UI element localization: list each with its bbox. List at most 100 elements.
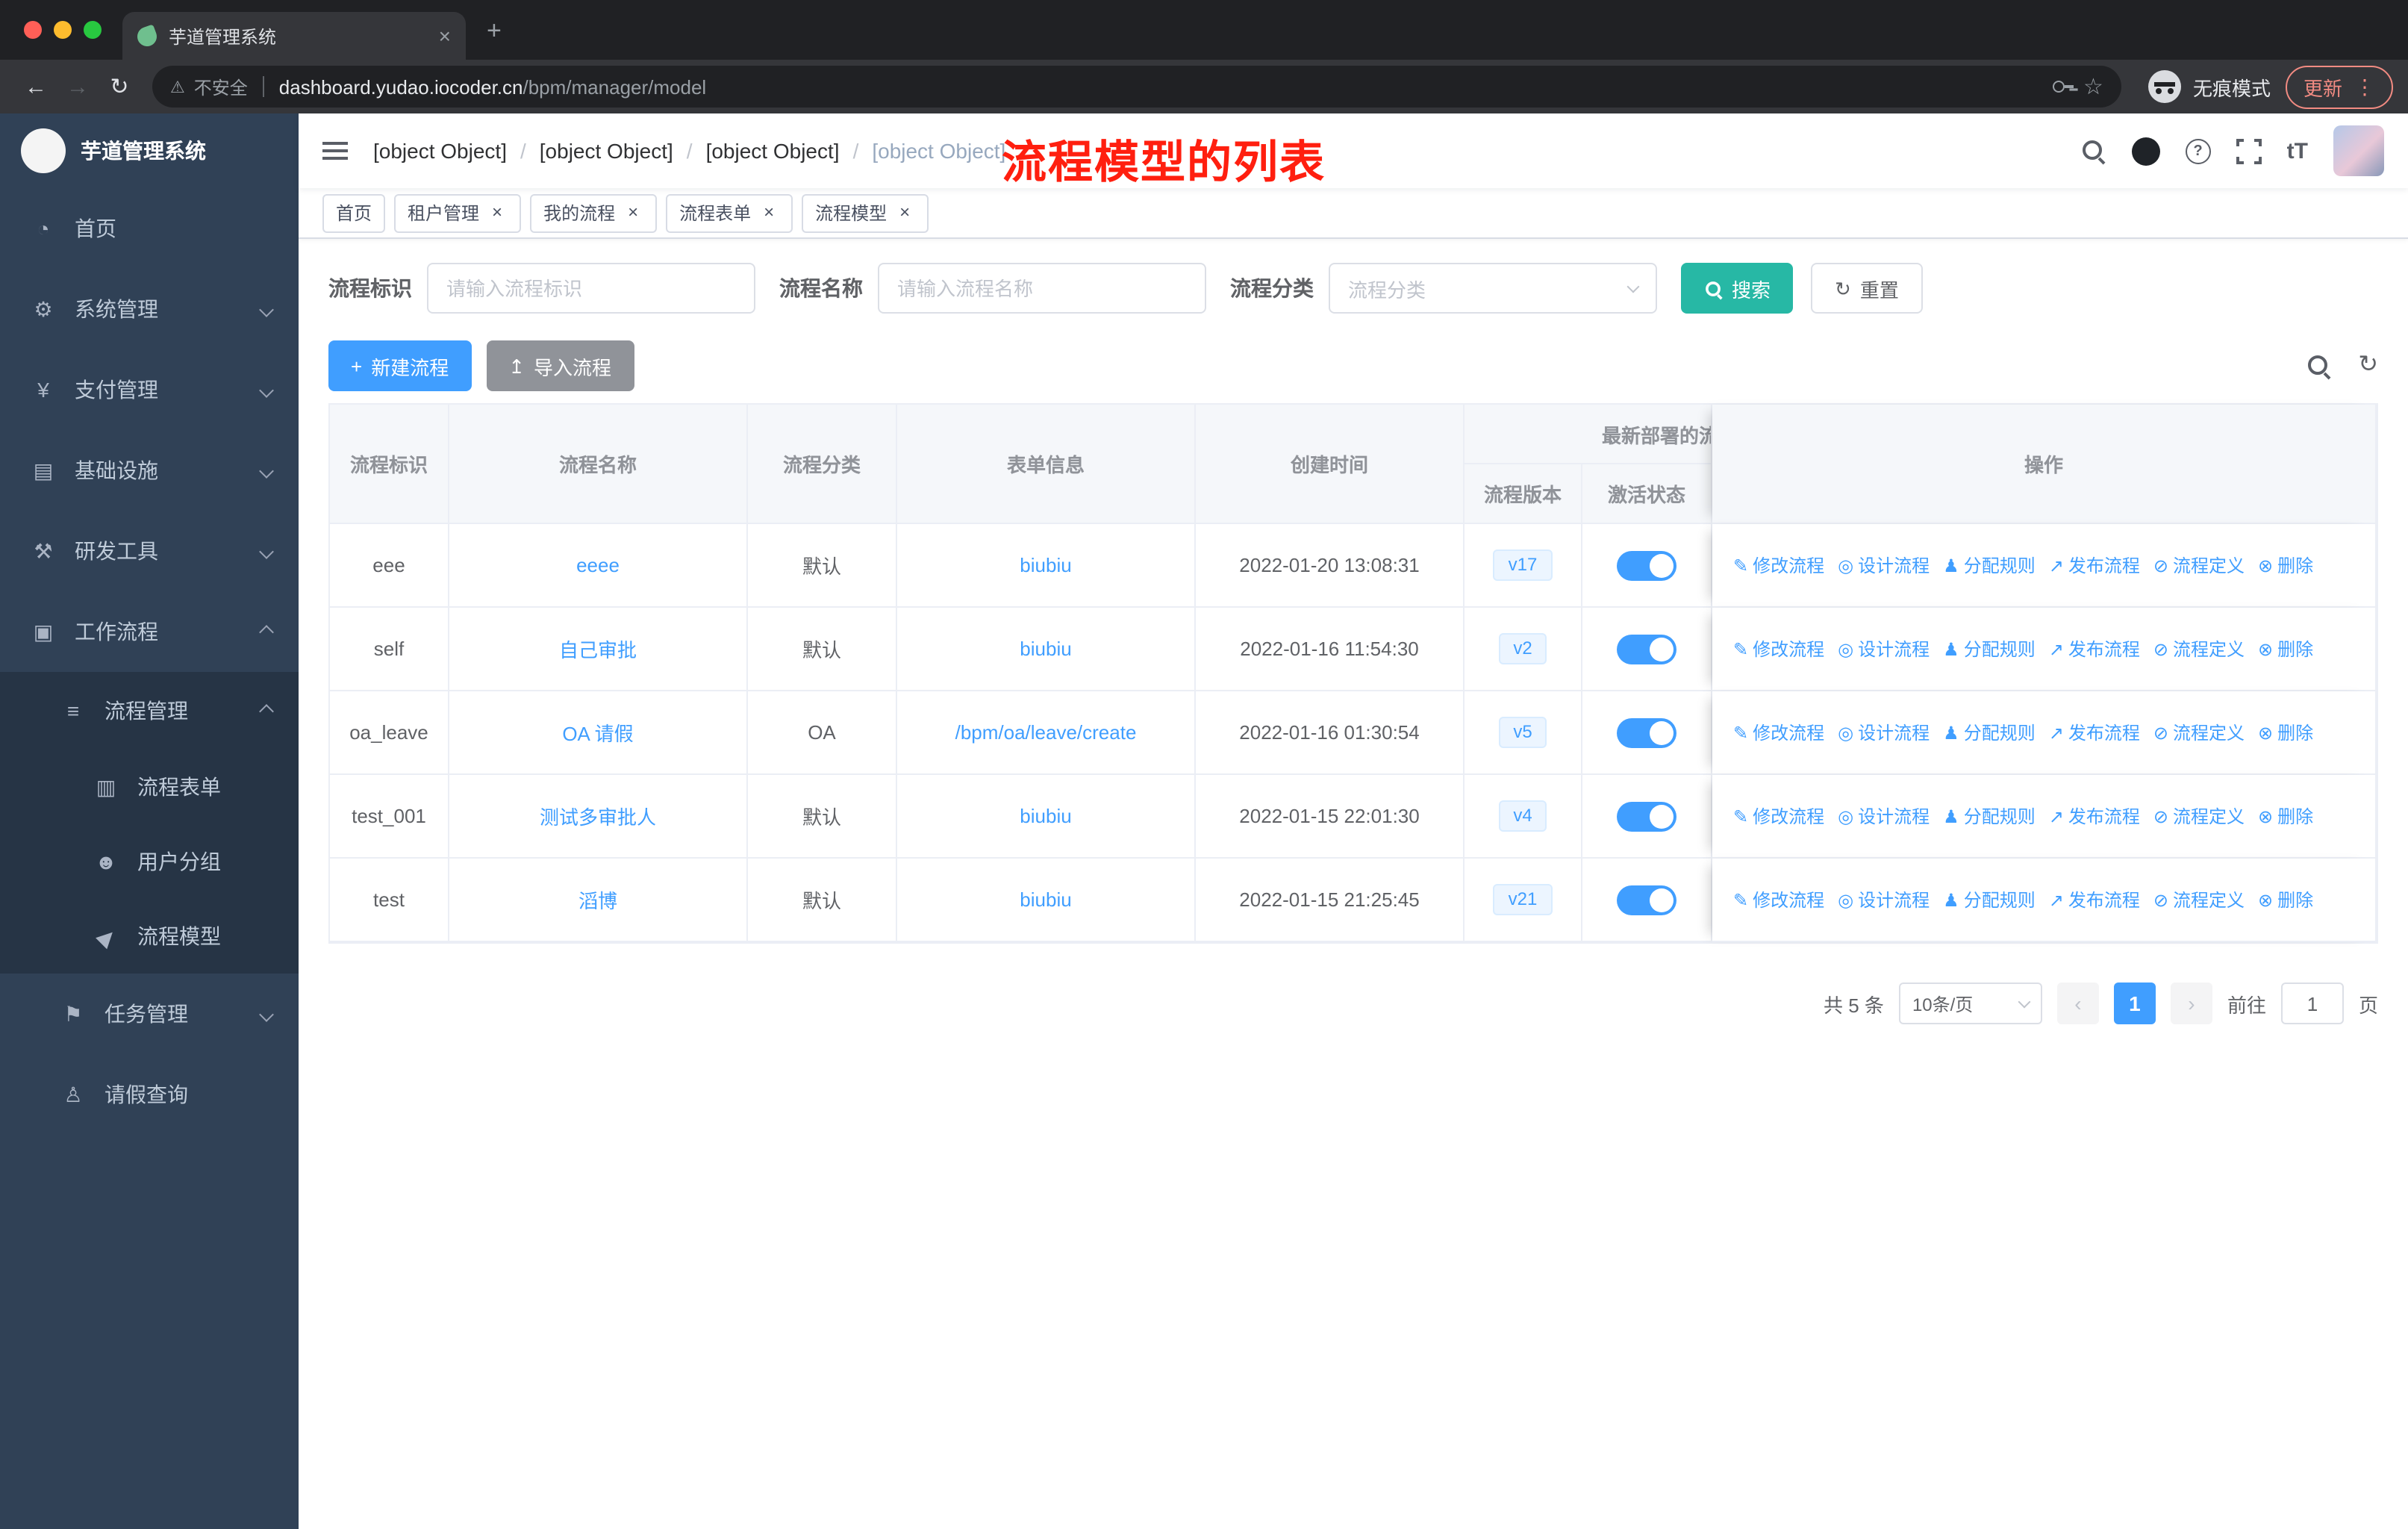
row-action-link[interactable]: ⊗ 删除 <box>2258 887 2313 912</box>
sidebar-item-process-management[interactable]: ≡ 流程管理 <box>0 672 299 750</box>
row-action-link[interactable]: ⊘ 流程定义 <box>2153 887 2245 912</box>
new-tab-button[interactable]: + <box>487 18 502 43</box>
security-label[interactable]: 不安全 <box>194 74 248 99</box>
row-action-link[interactable]: ↗ 发布流程 <box>2049 636 2140 661</box>
tag-close-icon[interactable] <box>487 202 508 223</box>
tag[interactable]: 首页 <box>322 193 386 232</box>
update-button[interactable]: 更新 ⋮ <box>2285 65 2393 108</box>
row-action-link[interactable]: ◎ 设计流程 <box>1838 552 1930 578</box>
process-name-link[interactable]: 滔博 <box>578 890 617 912</box>
row-action-link[interactable]: ✎ 修改流程 <box>1733 720 1824 745</box>
page-size-select[interactable]: 10条/页 <box>1898 983 2042 1024</box>
tag[interactable]: 我的流程 <box>530 193 658 232</box>
refresh-icon[interactable]: ↻ <box>2358 353 2378 378</box>
font-size-icon[interactable]: tT <box>2287 138 2308 164</box>
sidebar-item[interactable]: ⚒ 研发工具 <box>0 511 299 591</box>
active-toggle[interactable] <box>1617 801 1676 831</box>
row-action-link[interactable]: ⊘ 流程定义 <box>2153 720 2245 745</box>
tag-close-icon[interactable] <box>623 202 643 223</box>
breadcrumb-item[interactable]: [object Object] <box>872 139 1005 163</box>
sidebar-toggle-icon[interactable] <box>322 137 349 164</box>
form-info-link[interactable]: /bpm/oa/leave/create <box>955 721 1137 744</box>
row-action-link[interactable]: ✎ 修改流程 <box>1733 887 1824 912</box>
row-action-link[interactable]: ◎ 设计流程 <box>1838 887 1930 912</box>
sidebar-subitem[interactable]: ▶ 流程模型 <box>0 899 299 974</box>
row-action-link[interactable]: ⊘ 流程定义 <box>2153 636 2245 661</box>
active-toggle[interactable] <box>1617 550 1676 580</box>
row-action-link[interactable]: ⊗ 删除 <box>2258 720 2313 745</box>
search-button[interactable]: 搜索 <box>1681 263 1794 314</box>
row-action-link[interactable]: ✎ 修改流程 <box>1733 636 1824 661</box>
breadcrumb-item[interactable]: [object Object] <box>540 139 706 163</box>
process-name-link[interactable]: 自己审批 <box>559 639 637 661</box>
row-action-link[interactable]: ◎ 设计流程 <box>1838 720 1930 745</box>
forward-button[interactable]: → <box>57 74 99 99</box>
window-minimize-button[interactable] <box>54 21 72 39</box>
sidebar-item[interactable]: ▤ 基础设施 <box>0 430 299 511</box>
create-process-button[interactable]: + 新建流程 <box>328 340 472 391</box>
row-action-link[interactable]: ⊗ 删除 <box>2258 552 2313 578</box>
reset-button[interactable]: ↻ 重置 <box>1811 263 1923 314</box>
sidebar-subitem[interactable]: ☻ 用户分组 <box>0 824 299 899</box>
row-action-link[interactable]: ↗ 发布流程 <box>2049 887 2140 912</box>
toggle-search-icon[interactable] <box>2306 353 2331 379</box>
form-info-link[interactable]: biubiu <box>1020 554 1071 576</box>
next-page-button[interactable]: › <box>2170 983 2212 1024</box>
url-text[interactable]: dashboard.yudao.iocoder.cn/bpm/manager/m… <box>279 75 2042 98</box>
sidebar-item[interactable]: ▣ 工作流程 <box>0 591 299 672</box>
form-info-link[interactable]: biubiu <box>1020 638 1071 660</box>
page-number-button[interactable]: 1 <box>2113 983 2156 1024</box>
tag-close-icon[interactable] <box>758 202 779 223</box>
browser-menu-icon[interactable]: ⋮ <box>2354 74 2375 99</box>
import-process-button[interactable]: ↥ 导入流程 <box>486 340 634 391</box>
sidebar-item[interactable]: ♙ 请假查询 <box>0 1054 299 1135</box>
bookmark-star-icon[interactable]: ☆ <box>2083 73 2103 100</box>
github-icon[interactable] <box>2131 137 2160 165</box>
row-action-link[interactable]: ↗ 发布流程 <box>2049 803 2140 829</box>
process-name-link[interactable]: 测试多审批人 <box>540 806 656 829</box>
breadcrumb-item[interactable]: [object Object] <box>706 139 873 163</box>
row-action-link[interactable]: ♟ 分配规则 <box>1943 552 2036 578</box>
active-toggle[interactable] <box>1617 634 1676 664</box>
row-action-link[interactable]: ⊘ 流程定义 <box>2153 803 2245 829</box>
password-key-icon[interactable] <box>2050 75 2074 99</box>
help-icon[interactable] <box>2185 138 2211 164</box>
row-action-link[interactable]: ⊘ 流程定义 <box>2153 552 2245 578</box>
window-close-button[interactable] <box>24 21 42 39</box>
window-zoom-button[interactable] <box>84 21 102 39</box>
tag-close-icon[interactable] <box>894 202 915 223</box>
tag[interactable]: 租户管理 <box>394 193 522 232</box>
sidebar-subitem[interactable]: ▥ 流程表单 <box>0 750 299 824</box>
back-button[interactable]: ← <box>15 74 57 99</box>
row-action-link[interactable]: ⊗ 删除 <box>2258 803 2313 829</box>
row-action-link[interactable]: ↗ 发布流程 <box>2049 552 2140 578</box>
process-name-input[interactable] <box>878 263 1206 314</box>
tab-close-icon[interactable]: × <box>439 25 451 46</box>
process-key-input[interactable] <box>427 263 755 314</box>
sidebar-item[interactable]: ◔ 首页 <box>0 188 299 269</box>
process-category-select[interactable]: 流程分类 <box>1329 263 1657 314</box>
sidebar-item[interactable]: ¥ 支付管理 <box>0 349 299 430</box>
row-action-link[interactable]: ♟ 分配规则 <box>1943 887 2036 912</box>
row-action-link[interactable]: ♟ 分配规则 <box>1943 803 2036 829</box>
form-info-link[interactable]: biubiu <box>1020 888 1071 911</box>
fullscreen-icon[interactable] <box>2236 138 2262 164</box>
form-info-link[interactable]: biubiu <box>1020 805 1071 827</box>
goto-page-input[interactable] <box>2280 983 2344 1024</box>
row-action-link[interactable]: ✎ 修改流程 <box>1733 803 1824 829</box>
row-action-link[interactable]: ✎ 修改流程 <box>1733 552 1824 578</box>
row-action-link[interactable]: ↗ 发布流程 <box>2049 720 2140 745</box>
active-toggle[interactable] <box>1617 717 1676 747</box>
tag[interactable]: 流程表单 <box>666 193 793 232</box>
process-name-link[interactable]: eeee <box>576 554 620 576</box>
sidebar-item[interactable]: ⚑ 任务管理 <box>0 974 299 1054</box>
prev-page-button[interactable]: ‹ <box>2056 983 2099 1024</box>
browser-tab[interactable]: 芋道管理系统 × <box>122 12 466 60</box>
row-action-link[interactable]: ◎ 设计流程 <box>1838 803 1930 829</box>
reload-button[interactable]: ↻ <box>99 73 140 100</box>
address-bar[interactable]: ⚠ 不安全 dashboard.yudao.iocoder.cn/bpm/man… <box>152 66 2121 108</box>
breadcrumb-item[interactable]: [object Object] <box>373 139 540 163</box>
search-icon[interactable] <box>2081 138 2106 164</box>
sidebar-item[interactable]: ⚙ 系统管理 <box>0 269 299 349</box>
active-toggle[interactable] <box>1617 885 1676 915</box>
